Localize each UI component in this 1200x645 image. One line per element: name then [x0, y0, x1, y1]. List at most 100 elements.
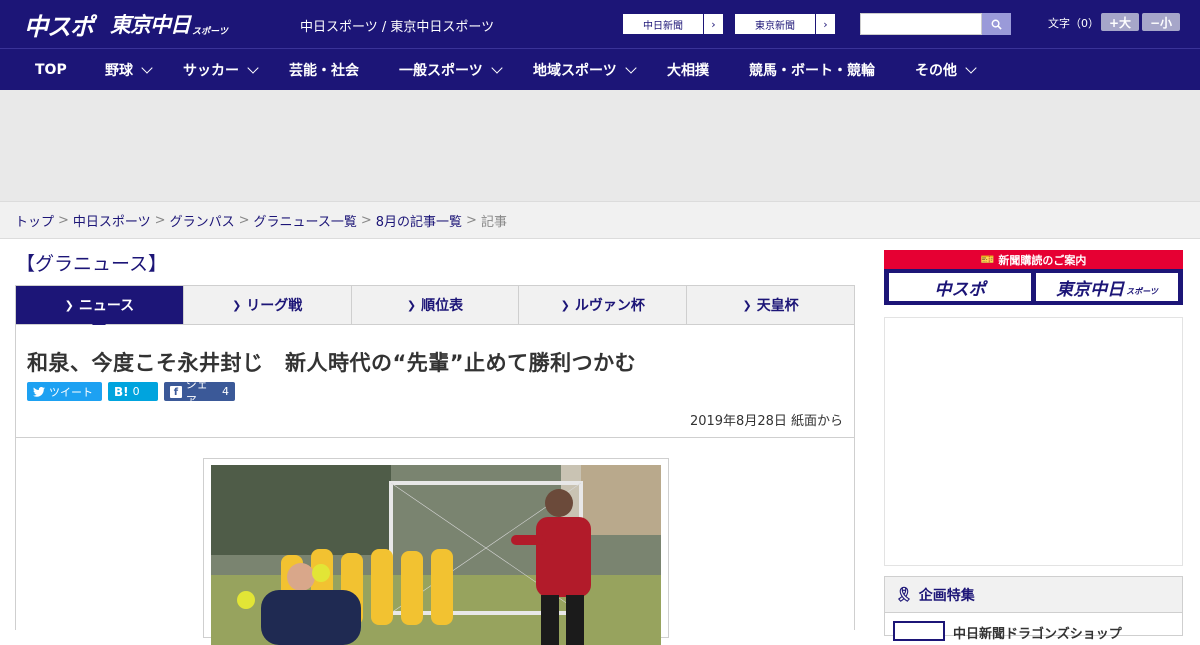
breadcrumb-current: 記事	[480, 214, 507, 230]
breadcrumb-separator: >	[360, 212, 372, 228]
nav-item-racing[interactable]: 競馬・ボート・競輪	[749, 49, 875, 91]
chevron-down-icon	[491, 62, 503, 74]
sidebar-ad	[884, 317, 1183, 566]
nav-label: 一般スポーツ	[399, 63, 483, 79]
tokyo-logo-text: 東京中日	[110, 13, 191, 37]
search-icon	[991, 19, 1002, 30]
breadcrumb-link-chunichi-sports[interactable]: 中日スポーツ	[73, 211, 151, 230]
chuspo-logo[interactable]: 中スポ	[24, 8, 94, 41]
chuspo-subscribe-link[interactable]: 中スポ	[889, 273, 1031, 301]
tab-levain-cup[interactable]: ❯ ルヴァン杯	[519, 286, 688, 324]
feature-thumbnail	[893, 621, 945, 641]
chuspo-subscribe-logo: 中スポ	[934, 279, 986, 300]
nav-item-other[interactable]: その他	[915, 49, 977, 91]
chevron-right-icon: ❯	[560, 298, 570, 312]
tweet-button[interactable]: ツイート	[27, 382, 102, 401]
chevron-down-icon	[625, 62, 637, 74]
chevron-right-icon: ❯	[406, 298, 417, 312]
facebook-icon: f	[170, 385, 182, 398]
nav-item-soccer[interactable]: サッカー	[183, 49, 259, 91]
breadcrumb: トップ > 中日スポーツ > グランパス > グラニュース一覧 > 8月の記事一…	[0, 201, 1200, 239]
hatena-bookmark-button[interactable]: B! 0	[108, 382, 158, 401]
twitter-bird-icon	[33, 386, 45, 397]
tab-label: ニュース	[78, 298, 135, 314]
text-size-up-button[interactable]: +大	[1101, 13, 1139, 31]
breadcrumb-link-august-articles[interactable]: 8月の記事一覧	[376, 211, 462, 230]
main-nav: TOP 野球 サッカー 芸能・社会 一般スポーツ 地域スポーツ 大相撲 競馬・ボ…	[0, 48, 1200, 90]
tab-emperors-cup[interactable]: ❯ 天皇杯	[687, 286, 854, 324]
category-tabs: ❯ ニュース ❯ リーグ戦 ❯ 順位表 ❯ ルヴァン杯 ❯ 天皇杯	[15, 285, 855, 332]
tokyo-shimbun-label: 東京新聞	[755, 20, 795, 32]
tokyo-shimbun-link[interactable]: 東京新聞 ›	[734, 13, 836, 35]
tab-label: ルヴァン杯	[574, 298, 645, 314]
tab-label: 順位表	[421, 298, 464, 314]
subscription-banner[interactable]: 🎫 新聞購読のご案内 中スポ 東京中日 スポーツ	[884, 250, 1183, 305]
chevron-down-icon	[965, 62, 977, 74]
chevron-right-icon: ❯	[232, 298, 242, 312]
ad-banner-area	[0, 90, 1200, 201]
feature-item[interactable]: 中日新聞ドラゴンズショップ	[893, 621, 1122, 642]
soccer-training-photo	[211, 465, 661, 645]
tweet-label: ツイート	[49, 385, 93, 399]
breadcrumb-separator: >	[466, 212, 477, 228]
breadcrumb-separator: >	[154, 212, 166, 228]
feature-heading: 🎗 企画特集	[885, 577, 1182, 613]
article-headline: 和泉、今度こそ永井封じ 新人時代の“先輩”止めて勝利つかむ	[27, 351, 637, 375]
nav-item-sumo[interactable]: 大相撲	[667, 49, 709, 91]
breadcrumb-link-top[interactable]: トップ	[15, 211, 54, 230]
search-input[interactable]	[860, 13, 982, 35]
chevron-right-icon: ›	[815, 14, 835, 34]
nav-item-general-sports[interactable]: 一般スポーツ	[399, 49, 503, 91]
chevron-down-icon	[141, 62, 153, 74]
tab-label: リーグ戦	[246, 298, 303, 314]
breadcrumb-separator: >	[238, 212, 250, 228]
article-header: 和泉、今度こそ永井封じ 新人時代の“先輩”止めて勝利つかむ ツイート B! 0 …	[15, 325, 855, 438]
nav-label: 芸能・社会	[289, 63, 359, 79]
nav-label: 野球	[105, 63, 133, 79]
nav-item-entertainment[interactable]: 芸能・社会	[289, 49, 359, 91]
nav-label: サッカー	[183, 63, 239, 79]
tab-news[interactable]: ❯ ニュース	[16, 286, 184, 332]
medal-icon: 🎗	[895, 586, 913, 603]
tokyo-chunichi-logo[interactable]: 東京中日 スポーツ	[110, 8, 228, 40]
nav-label: TOP	[35, 62, 67, 78]
subscription-title-text: 新聞購読のご案内	[998, 253, 1087, 267]
nav-item-regional-sports[interactable]: 地域スポーツ	[533, 49, 637, 91]
ticket-icon: 🎫	[980, 253, 995, 266]
facebook-share-count: 4	[222, 385, 229, 398]
nav-item-top[interactable]: TOP	[35, 49, 67, 91]
nav-item-baseball[interactable]: 野球	[105, 49, 153, 91]
feature-heading-text: 企画特集	[918, 587, 975, 604]
chevron-right-icon: ❯	[742, 298, 752, 312]
chunichi-shimbun-link[interactable]: 中日新聞 ›	[622, 13, 724, 35]
subscription-banner-title: 🎫 新聞購読のご案内	[884, 250, 1183, 269]
tab-label: 天皇杯	[756, 298, 799, 314]
text-size-down-button[interactable]: −小	[1142, 13, 1180, 31]
tab-standings[interactable]: ❯ 順位表	[352, 286, 520, 324]
article-date: 2019年8月28日 紙面から	[689, 414, 843, 429]
nav-label: 地域スポーツ	[533, 63, 617, 79]
tokyo-logo-sub: スポーツ	[192, 26, 228, 37]
text-size-label: 文字（0）	[1048, 17, 1099, 30]
facebook-share-button[interactable]: f シェア 4	[164, 378, 235, 407]
site-header: 中スポ 東京中日 スポーツ 中日スポーツ / 東京中日スポーツ 中日新聞 › 東…	[0, 0, 1200, 48]
chevron-right-icon: ❯	[64, 298, 74, 312]
tokyo-chunichi-subscribe-link[interactable]: 東京中日 スポーツ	[1036, 273, 1178, 301]
feature-section: 🎗 企画特集 中日新聞ドラゴンズショップ	[884, 576, 1183, 642]
article-photo-frame	[203, 458, 669, 645]
nav-label: 競馬・ボート・競輪	[749, 63, 875, 79]
site-caption: 中日スポーツ / 東京中日スポーツ	[300, 20, 495, 35]
facebook-share-label: シェア	[185, 377, 208, 407]
breadcrumb-link-gra-news[interactable]: グラニュース一覧	[254, 211, 357, 230]
chunichi-shimbun-label: 中日新聞	[643, 20, 683, 32]
nav-label: その他	[915, 63, 957, 79]
breadcrumb-link-grampus[interactable]: グランパス	[170, 211, 235, 230]
tokyo-subscribe-logo: 東京中日	[1056, 279, 1125, 300]
chevron-down-icon	[247, 62, 259, 74]
article-photo[interactable]	[211, 465, 661, 645]
feature-item-text: 中日新聞ドラゴンズショップ	[953, 627, 1122, 642]
search-button[interactable]	[982, 13, 1011, 35]
tokyo-subscribe-logo-sub: スポーツ	[1126, 286, 1158, 296]
chevron-right-icon: ›	[703, 14, 723, 34]
tab-league[interactable]: ❯ リーグ戦	[184, 286, 352, 324]
